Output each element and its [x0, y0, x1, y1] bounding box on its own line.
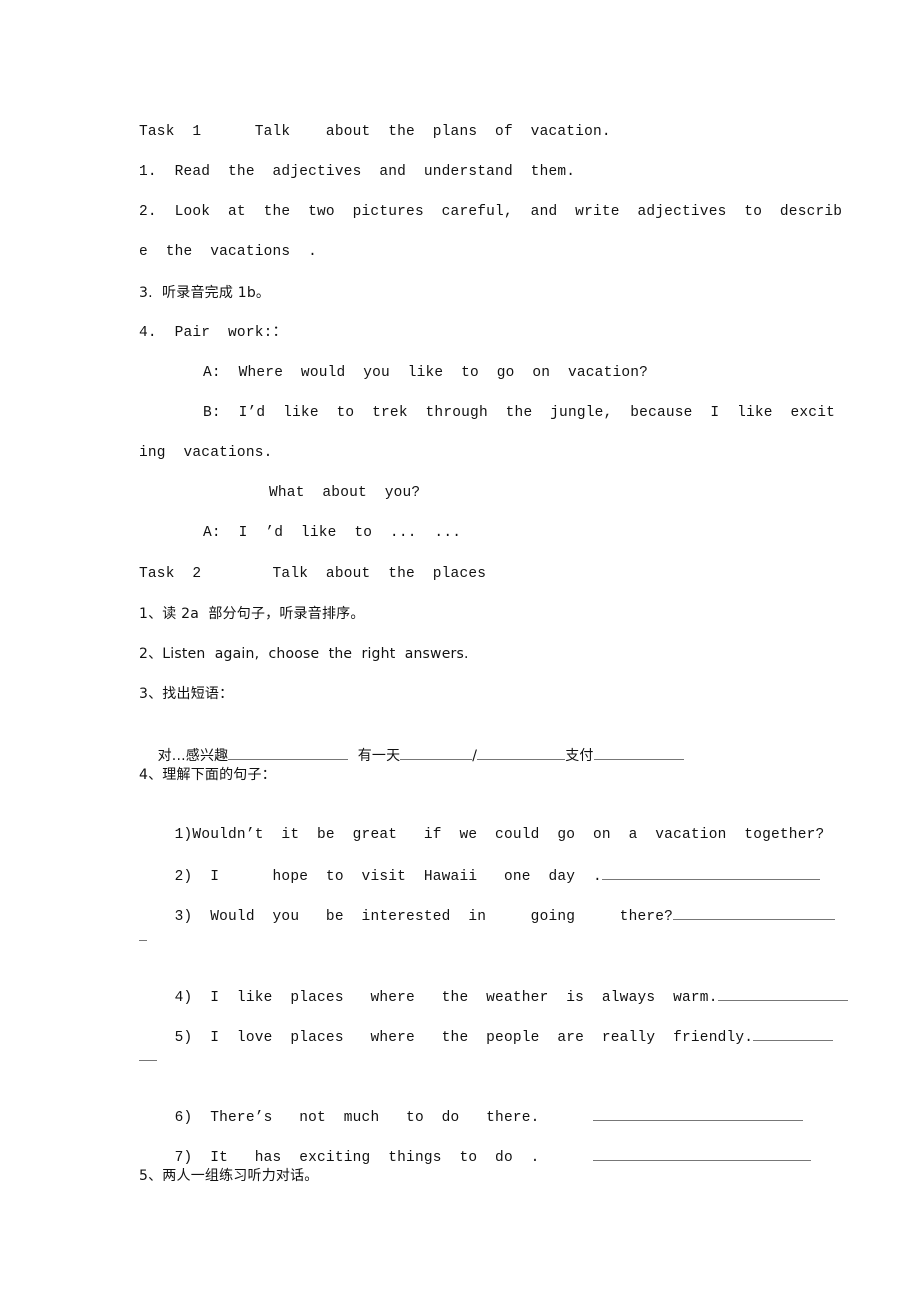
phrase-label: 支付	[565, 748, 594, 764]
phrase-row: 对...感兴趣 有一天 / 支付	[139, 725, 684, 764]
dialogue-line-a2: A: I ’d like to ... ...	[203, 525, 462, 541]
sentence-text: 3) Would you be interested in going ther…	[174, 909, 674, 925]
phrase-blank[interactable]	[593, 745, 684, 760]
answer-blank[interactable]	[717, 986, 848, 1001]
dialogue-line-b2: What about you?	[269, 485, 421, 501]
answer-blank-cont	[139, 1046, 157, 1066]
sentence-row: 2) I hope to visit Hawaii one day .	[139, 845, 820, 885]
task1-item-4: 4. Pair work:：	[139, 325, 288, 341]
task2-item-2: 2、Listen again, choose the right answers…	[139, 646, 469, 662]
answer-blank[interactable]	[593, 1106, 803, 1121]
answer-blank[interactable]	[593, 1146, 811, 1161]
sentence-text: 5) I love places where the people are re…	[174, 1030, 754, 1046]
sentence-text: 4) I like places where the weather is al…	[174, 990, 718, 1006]
task2-item-4: 4、理解下面的句子：	[139, 767, 276, 783]
sentence-row: 4) I like places where the weather is al…	[139, 966, 848, 1006]
answer-blank[interactable]	[753, 1026, 834, 1041]
task2-item-1: 1、读 2a 部分句子，听录音排序。	[139, 606, 365, 622]
sentence-row: 1)Wouldn’t it be great if we could go on…	[139, 805, 825, 843]
task1-item-3: 3. 听录音完成 1b。	[139, 285, 271, 301]
sentence-row: 7) It has exciting things to do .	[139, 1126, 811, 1166]
phrase-label: 对...感兴趣	[157, 748, 229, 764]
answer-blank[interactable]	[601, 865, 820, 880]
sentence-row: 5) I love places where the people are re…	[139, 1006, 834, 1046]
task2-item-3: 3、找出短语：	[139, 686, 234, 702]
sentence-text: 6) There’s not much to do there.	[174, 1110, 540, 1126]
phrase-blank[interactable]	[400, 745, 473, 760]
dialogue-line-a1: A: Where would you like to go on vacatio…	[203, 365, 649, 381]
task1-heading: Task 1 Talk about the plans of vacation.	[139, 124, 611, 140]
phrase-blank[interactable]	[228, 745, 349, 760]
phrase-label: 有一天	[357, 748, 401, 764]
sentence-text: 1)Wouldn’t it be great if we could go on…	[174, 827, 825, 843]
sentence-row: 6) There’s not much to do there.	[139, 1086, 803, 1126]
task1-item-1: 1. Read the adjectives and understand th…	[139, 164, 576, 180]
task2-heading: Task 2 Talk about the places	[139, 566, 487, 582]
answer-blank[interactable]	[673, 905, 836, 920]
answer-blank-cont	[139, 926, 147, 946]
sentence-text: 7) It has exciting things to do .	[174, 1150, 540, 1166]
task1-item-2: 2. Look at the two pictures careful, and…	[139, 204, 843, 220]
sentence-text: 2) I hope to visit Hawaii one day .	[174, 869, 602, 885]
task1-item-2-cont: e the vacations .	[139, 244, 318, 260]
phrase-blank[interactable]	[477, 745, 566, 760]
dialogue-line-b1: B: I’d like to trek through the jungle, …	[203, 405, 836, 421]
sentence-row: 3) Would you be interested in going ther…	[139, 885, 836, 925]
task2-item-5: 5、两人一组练习听力对话。	[139, 1168, 319, 1184]
dialogue-line-b1-cont: ing vacations.	[139, 445, 273, 461]
